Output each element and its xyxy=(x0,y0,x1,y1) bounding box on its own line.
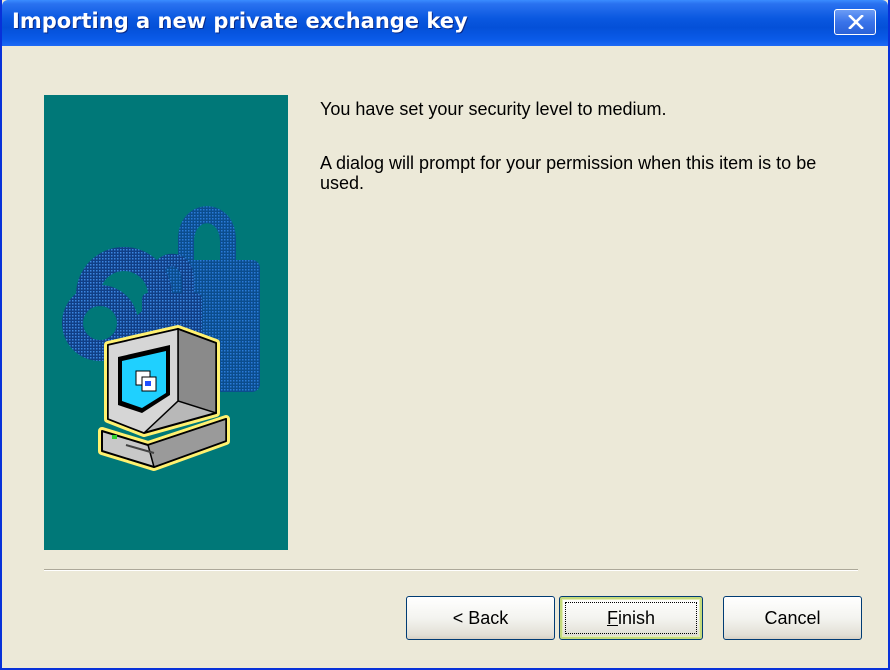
computer-with-padlocks-icon xyxy=(62,206,260,471)
window-title: Importing a new private exchange key xyxy=(12,9,468,33)
security-level-message: You have set your security level to medi… xyxy=(320,99,667,119)
button-separator xyxy=(44,569,858,571)
close-button[interactable] xyxy=(834,9,876,35)
title-bar[interactable]: Importing a new private exchange key xyxy=(2,0,888,46)
close-icon xyxy=(848,15,864,29)
cancel-button[interactable]: Cancel xyxy=(723,596,862,640)
permission-prompt-message: A dialog will prompt for your permission… xyxy=(320,153,817,193)
finish-button[interactable]: Finish xyxy=(559,596,703,640)
focus-ring xyxy=(565,602,697,634)
wizard-illustration-panel xyxy=(44,95,288,550)
dialog-content: You have set your security level to medi… xyxy=(2,46,888,668)
dialog-window: Importing a new private exchange key You… xyxy=(0,0,890,670)
back-button[interactable]: < Back xyxy=(406,596,555,640)
